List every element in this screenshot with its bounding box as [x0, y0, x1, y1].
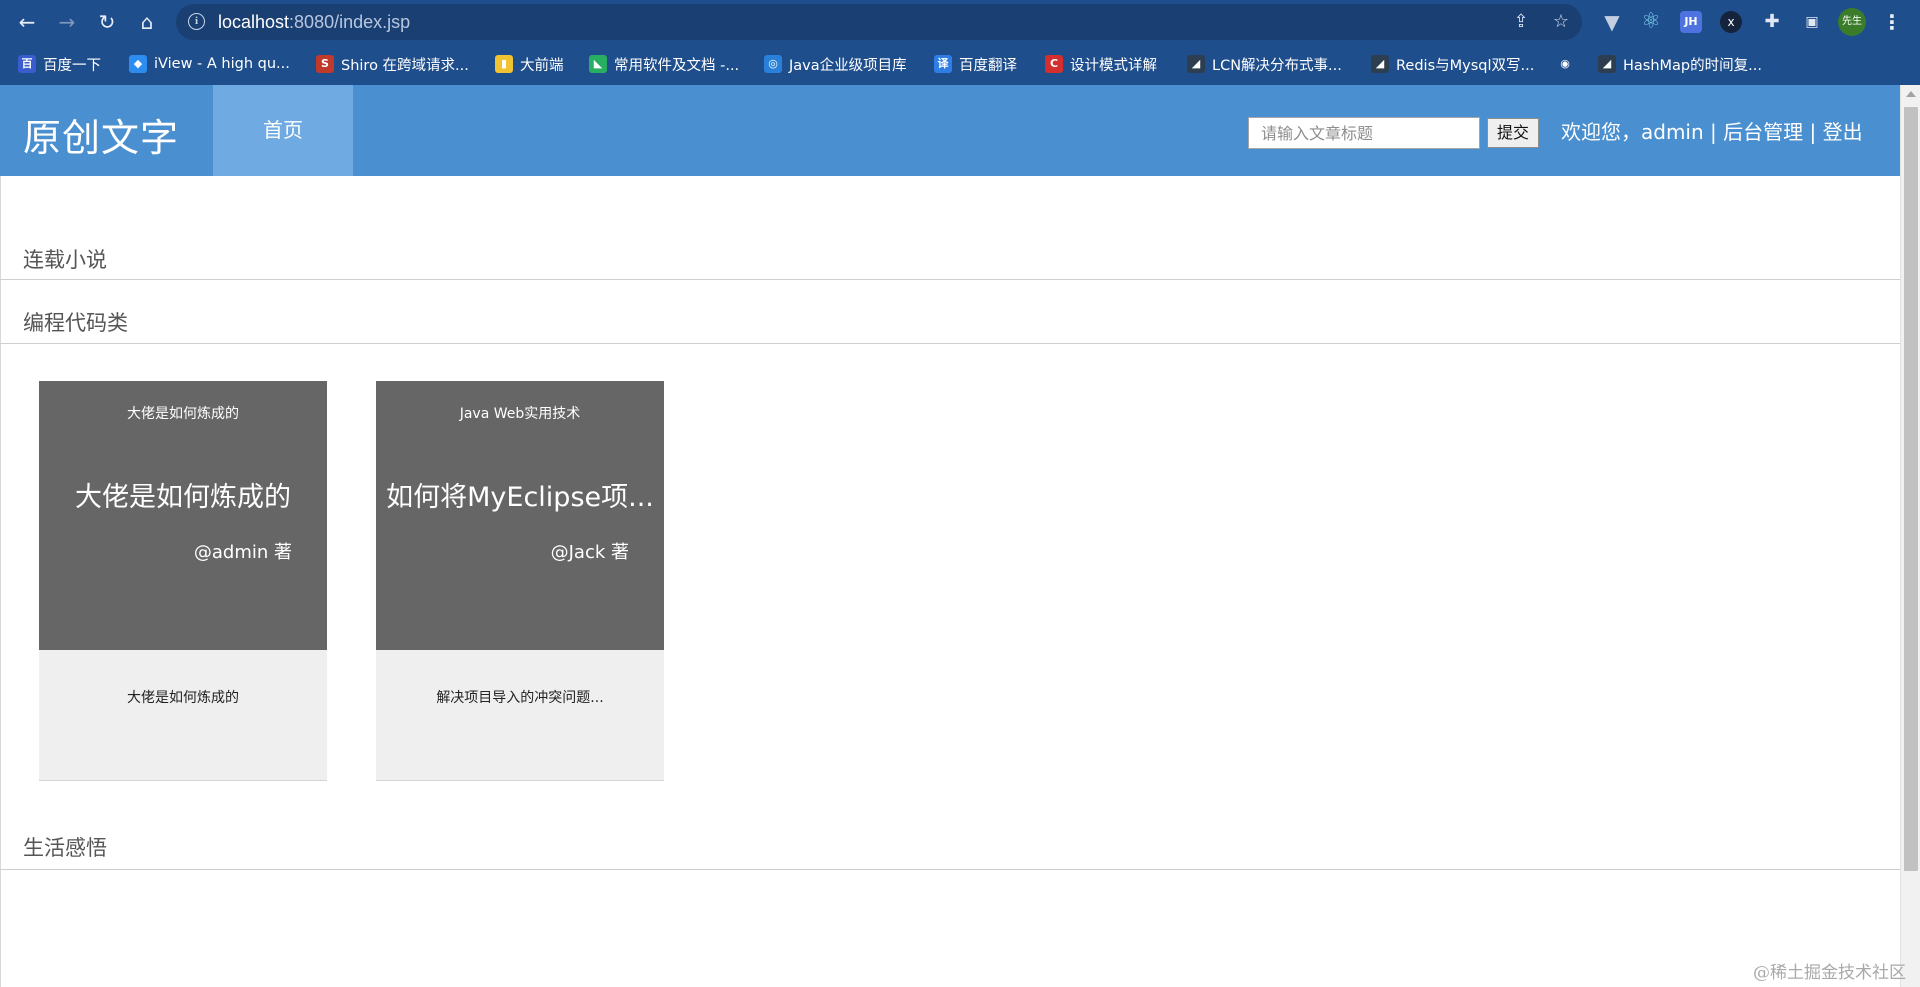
article-author: @admin 著 — [193, 542, 292, 563]
bookmark-item[interactable]: ◉ — [1556, 53, 1581, 75]
article-author: @Jack 著 — [550, 542, 629, 563]
bookmark-favicon-icon: ◆ — [129, 55, 147, 73]
jh-extension-icon[interactable]: JH — [1680, 11, 1702, 33]
share-icon[interactable]: ⇪ — [1510, 11, 1532, 33]
site-header: 原创文字 首页 提交 欢迎您，admin | 后台管理 | 登出 — [0, 85, 1900, 176]
bookmark-label: iView - A high qu... — [154, 56, 290, 72]
address-url[interactable]: localhost:8080/index.jsp — [218, 12, 410, 33]
bookmark-favicon-icon: 百 — [18, 55, 36, 73]
page-left-border — [0, 176, 1, 987]
side-panel-icon[interactable]: ▣ — [1800, 10, 1824, 34]
browser-toolbar: ← → ↻ ⌂ i localhost:8080/index.jsp ⇪ ☆ ▼… — [0, 0, 1920, 43]
watermark-text: @稀土掘金技术社区 — [1753, 963, 1906, 983]
user-area: 欢迎您，admin | 后台管理 | 登出 — [1561, 116, 1863, 145]
bookmark-label: Java企业级项目库 — [789, 57, 907, 74]
username-link[interactable]: admin — [1641, 120, 1704, 144]
section-divider — [0, 343, 1900, 344]
back-arrow-icon[interactable]: ← — [13, 8, 41, 36]
separator: | — [1803, 120, 1823, 144]
bookmark-favicon-icon: ◢ — [1598, 55, 1616, 73]
bookmark-label: Shiro 在跨域请求... — [341, 57, 469, 74]
scroll-up-arrow-icon[interactable] — [1906, 91, 1916, 97]
bookmark-favicon-icon: ◢ — [1371, 55, 1389, 73]
bookmark-favicon-icon: ◣ — [589, 55, 607, 73]
bookmarks-bar: 百百度一下 ◆ iView - A high qu... S Shiro 在跨域请求..… — [0, 43, 1920, 85]
home-icon[interactable]: ⌂ — [133, 8, 161, 36]
bookmark-label: 百度一下 — [43, 57, 101, 74]
bookmark-favicon-icon: S — [316, 55, 334, 73]
bookmark-label: 百度翻译 — [959, 57, 1017, 74]
search-submit-button[interactable]: 提交 — [1487, 118, 1539, 148]
bookmark-item[interactable]: ◢ Redis与Mysql双写... — [1371, 53, 1534, 75]
address-bar[interactable]: i localhost:8080/index.jsp ⇪ ☆ — [176, 4, 1582, 40]
section-title-serial[interactable]: 连载小说 — [23, 244, 107, 274]
separator: | — [1703, 120, 1724, 144]
bookmark-item[interactable]: C 设计模式详解 — [1045, 53, 1157, 75]
vue-devtools-extension-icon[interactable]: ▼ — [1600, 10, 1624, 34]
article-search-input[interactable] — [1248, 117, 1480, 149]
page-scrollbar[interactable] — [1900, 85, 1920, 987]
bookmark-label: Redis与Mysql双写... — [1396, 57, 1535, 74]
bookmark-item[interactable]: ◆ iView - A high qu... — [129, 53, 290, 75]
section-divider — [0, 279, 1900, 280]
browser-menu-icon[interactable]: ⋮ — [1882, 8, 1902, 36]
article-category: 大佬是如何炼成的 — [127, 406, 239, 422]
bookmark-favicon-icon: ▮ — [495, 55, 513, 73]
url-host: localhost — [218, 12, 290, 32]
bookmark-item[interactable]: ▮ 大前端 — [495, 53, 564, 75]
article-headline[interactable]: 如何将MyEclipse项... — [376, 475, 664, 514]
profile-avatar[interactable]: 先生 — [1838, 8, 1866, 36]
site-logo[interactable]: 原创文字 — [23, 107, 179, 162]
article-card[interactable]: 大佬是如何炼成的 大佬是如何炼成的 @admin 著 大佬是如何炼成的 — [39, 381, 327, 781]
bookmark-item[interactable]: S Shiro 在跨域请求... — [316, 53, 469, 75]
bookmark-item[interactable]: ◣ 常用软件及文档 -... — [589, 53, 739, 75]
article-headline[interactable]: 大佬是如何炼成的 — [39, 475, 327, 514]
bookmark-label: 设计模式详解 — [1070, 57, 1157, 74]
article-card-cover[interactable]: Java Web实用技术 如何将MyEclipse项... @Jack 著 — [376, 381, 664, 650]
bookmark-favicon-icon: ◉ — [1556, 55, 1574, 73]
bookmark-label: LCN解决分布式事... — [1212, 57, 1342, 74]
bookmark-item[interactable]: ◢ LCN解决分布式事... — [1187, 53, 1342, 75]
article-card[interactable]: Java Web实用技术 如何将MyEclipse项... @Jack 著 解决… — [376, 381, 664, 781]
article-category: Java Web实用技术 — [459, 406, 581, 422]
x-extension-icon[interactable]: x — [1720, 11, 1742, 33]
bookmark-item[interactable]: ◎ Java企业级项目库 — [764, 53, 907, 75]
forward-arrow-icon[interactable]: → — [53, 8, 81, 36]
bookmark-favicon-icon: 译 — [934, 55, 952, 73]
admin-panel-link[interactable]: 后台管理 — [1723, 120, 1803, 144]
article-card-cover[interactable]: 大佬是如何炼成的 大佬是如何炼成的 @admin 著 — [39, 381, 327, 650]
bookmark-label: 大前端 — [520, 57, 564, 74]
logout-link[interactable]: 登出 — [1823, 120, 1863, 144]
site-info-icon[interactable]: i — [188, 13, 205, 30]
section-divider — [0, 869, 1900, 870]
bookmark-label: HashMap的时间复... — [1623, 57, 1762, 74]
welcome-text: 欢迎您， — [1561, 120, 1641, 144]
article-summary: 解决项目导入的冲突问题... — [436, 690, 604, 706]
bookmark-favicon-icon: C — [1045, 55, 1063, 73]
scrollbar-thumb[interactable] — [1904, 107, 1918, 871]
section-title-coding[interactable]: 编程代码类 — [23, 307, 128, 337]
section-title-life[interactable]: 生活感悟 — [23, 832, 107, 862]
url-path: :8080/index.jsp — [289, 12, 411, 32]
bookmark-favicon-icon: ◎ — [764, 55, 782, 73]
bookmark-item[interactable]: 译百度翻译 — [934, 53, 1017, 75]
bookmark-favicon-icon: ◢ — [1187, 55, 1205, 73]
bookmark-label: 常用软件及文档 -... — [614, 57, 740, 74]
article-summary: 大佬是如何炼成的 — [127, 690, 239, 706]
bookmark-item[interactable]: 百百度一下 — [18, 53, 101, 75]
react-devtools-extension-icon[interactable]: ⚛ — [1639, 10, 1663, 34]
nav-home-tab[interactable]: 首页 — [213, 85, 353, 176]
bookmark-item[interactable]: ◢ HashMap的时间复... — [1598, 53, 1762, 75]
bookmark-star-icon[interactable]: ☆ — [1550, 11, 1572, 33]
extensions-puzzle-icon[interactable]: ✚ — [1760, 10, 1784, 34]
reload-icon[interactable]: ↻ — [93, 8, 121, 36]
